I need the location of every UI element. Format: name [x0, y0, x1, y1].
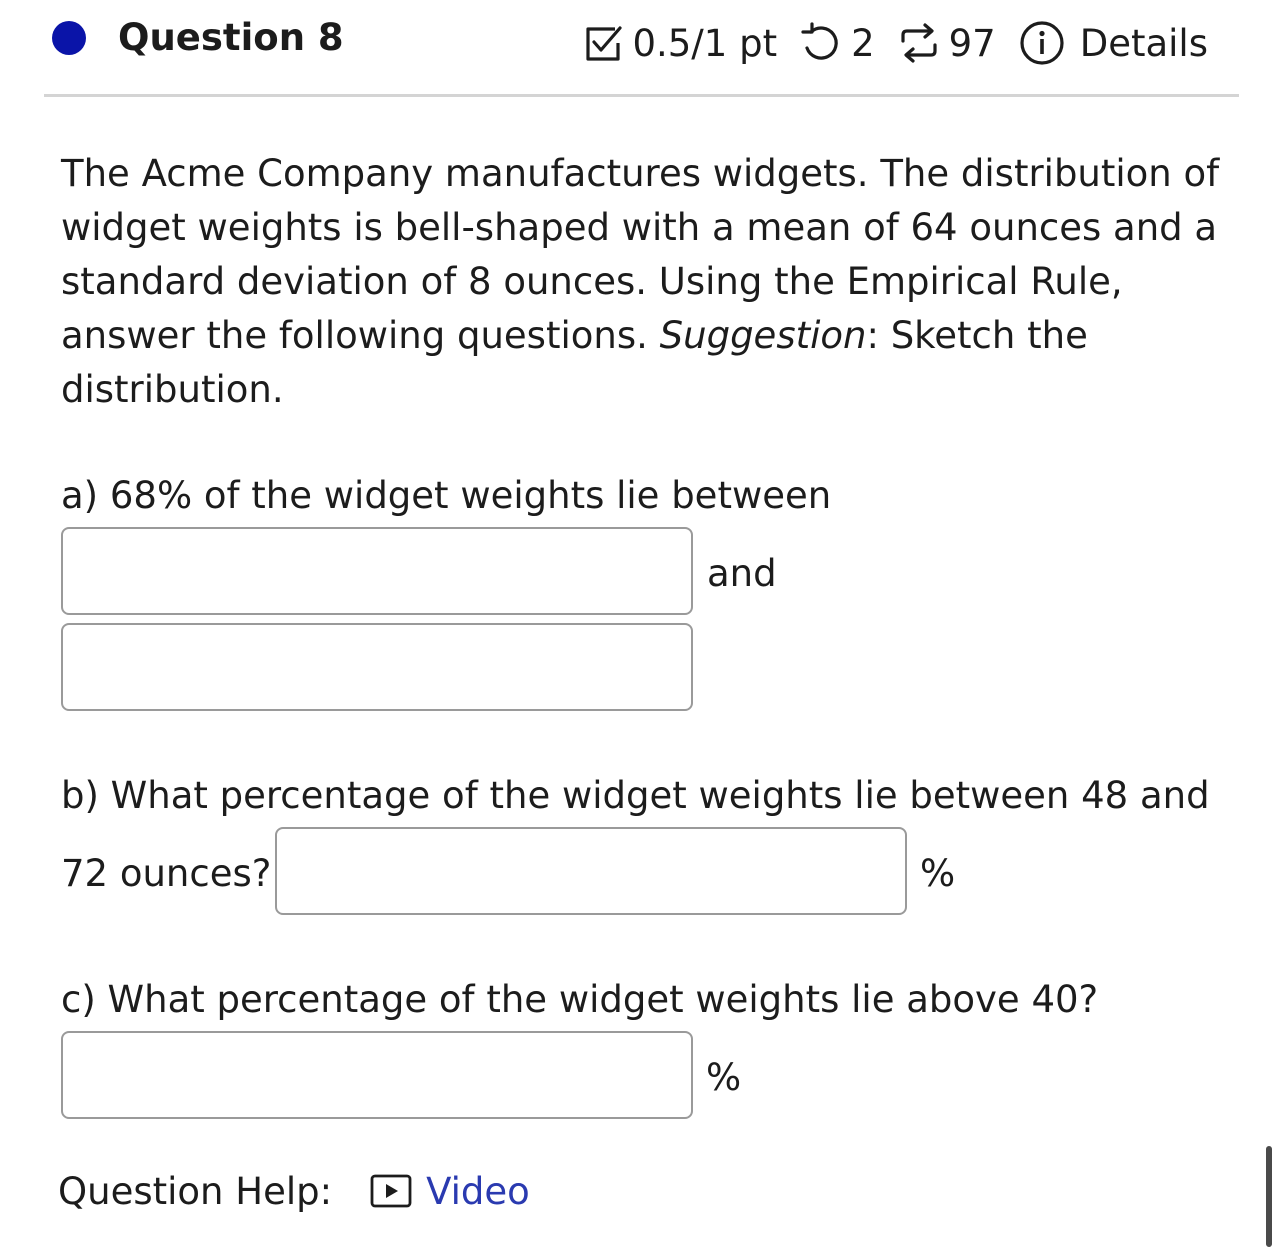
- part-c-percent-input[interactable]: [61, 1031, 693, 1119]
- repeat-icon: [897, 21, 941, 65]
- part-b-label-line2: 72 ounces?: [61, 852, 272, 895]
- part-a-and-text: and: [707, 552, 777, 595]
- part-b-percent-input[interactable]: [275, 827, 907, 915]
- part-c-percent-unit: %: [706, 1056, 742, 1099]
- part-a-lower-input[interactable]: [61, 527, 693, 615]
- header-divider: [44, 94, 1239, 97]
- retry-icon: [799, 22, 843, 64]
- video-help-link[interactable]: Video: [370, 1170, 530, 1213]
- part-b-percent-unit: %: [920, 852, 956, 895]
- suggestion-label: Suggestion: [659, 314, 867, 357]
- play-icon: [370, 1174, 412, 1208]
- part-c-label: c) What percentage of the widget weights…: [61, 978, 1099, 1021]
- score-text: 0.5/1 pt: [632, 21, 778, 65]
- scrollbar[interactable]: [1266, 1146, 1272, 1247]
- part-a-upper-input[interactable]: [61, 623, 693, 711]
- question-title: Question 8: [118, 16, 344, 59]
- question-prompt: The Acme Company manufactures widgets. T…: [61, 147, 1236, 417]
- details-link[interactable]: Details: [1080, 22, 1208, 65]
- info-icon[interactable]: [1018, 19, 1066, 67]
- attempts-count: 97: [948, 21, 996, 65]
- question-header: Question 8 0.5/1 pt 2 97 Details: [0, 0, 1284, 96]
- part-a-label: a) 68% of the widget weights lie between: [61, 474, 832, 517]
- question-status-icon: [52, 21, 86, 55]
- question-meta: 0.5/1 pt 2 97 Details: [582, 18, 1208, 68]
- question-help: Question Help: Video: [58, 1164, 530, 1218]
- video-help-label: Video: [426, 1169, 530, 1213]
- checkbox-icon: [582, 23, 624, 63]
- retries-count: 2: [851, 21, 875, 65]
- part-b-label-line1: b) What percentage of the widget weights…: [61, 774, 1210, 817]
- question-help-label: Question Help:: [58, 1169, 333, 1213]
